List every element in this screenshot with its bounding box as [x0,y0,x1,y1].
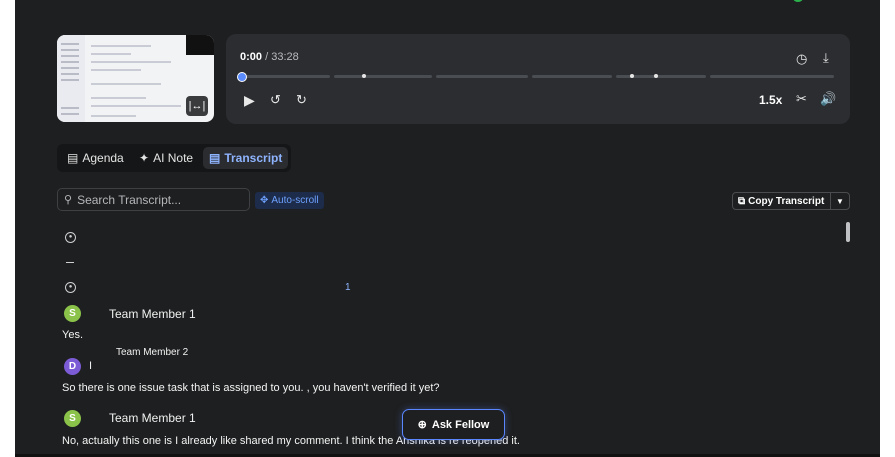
search-input[interactable]: ⚲ Search Transcript... [57,188,250,211]
speaker-count: 1 [345,282,351,293]
auto-scroll-icon: ✥ [260,195,269,206]
playback-time: 0:00 / 33:28 [240,51,299,63]
volume-icon[interactable]: 🔊 [820,92,836,105]
audio-player: 0:00 / 33:28 ◷ ⤓ ▶ ↺ ↻ 1.5x ✂ 🔊 [226,34,850,124]
avatar: S [64,305,81,322]
tab-transcript[interactable]: ▤ Transcript [203,147,289,169]
rewind-10-icon[interactable]: ↺ [270,93,281,106]
speaker-suffix: I [89,360,93,372]
copy-transcript-main[interactable]: ⧉ Copy Transcript [733,196,830,207]
time-separator: / [262,51,272,63]
person-icon: ● [65,232,76,243]
thumbnail-video-inset [186,35,214,55]
search-placeholder: Search Transcript... [77,192,182,207]
video-thumbnail[interactable]: |↔| [57,35,214,122]
tab-ai-note-label: AI Note [153,151,194,165]
progress-knob[interactable] [237,72,247,82]
playback-speed[interactable]: 1.5x [759,93,782,107]
play-icon[interactable]: ▶ [244,93,255,107]
scrollbar[interactable] [846,222,850,242]
ask-icon: ⊕ [417,419,427,431]
ask-fellow-label: Ask Fellow [431,418,490,431]
duration: 33:28 [271,51,299,63]
tab-ai-note[interactable]: ✦ AI Note [133,147,199,169]
forward-10-icon[interactable]: ↻ [296,93,307,106]
person-icon: ● [65,282,76,293]
transcript-text: So there is one issue task that is assig… [62,382,440,394]
meeting-recording-panel: |↔| 0:00 / 33:28 ◷ ⤓ ▶ ↺ ↻ 1.5x ✂ 🔊 ▤ Ag… [15,0,880,457]
search-icon: ⚲ [64,194,73,206]
transcript-text: Yes. [62,329,84,341]
avatar: D [64,358,81,375]
view-tabs: ▤ Agenda ✦ AI Note ▤ Transcript [57,144,291,172]
status-indicator [793,0,803,2]
avatar: S [64,410,81,427]
auto-scroll-label: Auto-scroll [271,195,319,206]
speaker-name: Team Member 1 [109,411,196,425]
scissors-icon[interactable]: ✂ [796,92,807,105]
copy-icon: ⧉ [738,195,746,207]
speaker-name: Team Member 1 [109,307,196,321]
tab-agenda[interactable]: ▤ Agenda [61,147,130,169]
tab-transcript-label: Transcript [224,151,283,165]
agenda-icon: ▤ [67,151,79,165]
ask-fellow-button[interactable]: ⊕ Ask Fellow [402,409,505,440]
transcript-icon: ▤ [209,151,221,165]
copy-transcript-button[interactable]: ⧉ Copy Transcript ▼ [732,192,850,210]
progress-track[interactable] [237,72,834,82]
expand-icon[interactable]: |↔| [186,96,208,116]
divider [66,262,74,263]
clock-icon[interactable]: ◷ [796,52,807,65]
copy-transcript-label: Copy Transcript [748,195,825,207]
current-time: 0:00 [240,51,263,63]
speaker-name: Team Member 2 [116,347,189,358]
sparkle-icon: ✦ [139,151,150,165]
auto-scroll-button[interactable]: ✥ Auto-scroll [255,192,324,209]
chevron-down-icon[interactable]: ▼ [830,193,849,209]
thumbnail-sidebar [57,35,85,122]
tab-agenda-label: Agenda [82,151,124,165]
download-icon[interactable]: ⤓ [823,51,829,64]
